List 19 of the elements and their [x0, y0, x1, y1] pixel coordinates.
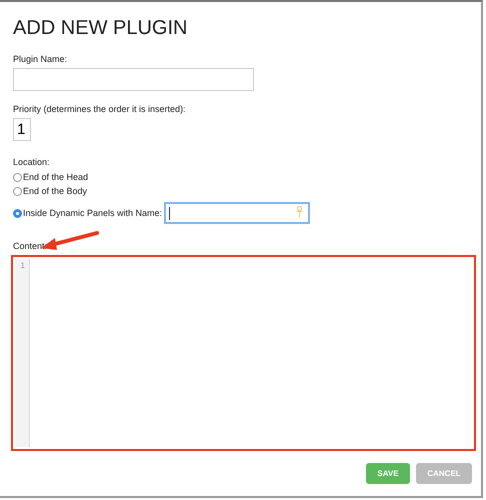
- priority-field[interactable]: 1: [13, 118, 31, 141]
- cancel-button[interactable]: CANCEL: [416, 463, 472, 484]
- plugin-name-field[interactable]: [13, 68, 254, 91]
- save-button[interactable]: SAVE: [366, 463, 410, 484]
- field-label: Location:: [13, 156, 51, 168]
- radio-button[interactable]: [13, 208, 22, 218]
- line-number: 1: [20, 260, 26, 270]
- radio-button[interactable]: [13, 186, 22, 196]
- field-label: Content:: [13, 240, 48, 252]
- radio-label: Inside Dynamic Panels with Name:: [23, 208, 162, 218]
- radio-label: End of the Head: [23, 172, 88, 182]
- field-label: Plugin Name:: [13, 53, 68, 65]
- dialog-title: ADD NEW PLUGIN: [13, 16, 188, 40]
- key-icon: [296, 206, 304, 218]
- field-label: Priority (determines the order it is inserted):: [13, 103, 187, 115]
- highlighted-code-editor[interactable]: 1: [11, 255, 476, 451]
- panel-name-field[interactable]: [164, 202, 310, 224]
- radio-label: End of the Body: [23, 186, 88, 196]
- radio-button[interactable]: [13, 172, 22, 182]
